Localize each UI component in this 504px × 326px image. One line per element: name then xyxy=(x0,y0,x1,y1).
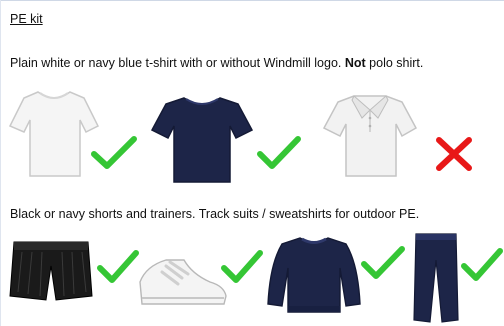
check-mark-icon xyxy=(460,246,504,282)
white-trainers-image xyxy=(136,252,228,310)
check-mark-icon xyxy=(90,134,138,170)
tshirt-rule-part-end: polo shirt. xyxy=(365,56,424,70)
cross-mark-icon xyxy=(434,136,474,172)
navy-sweatshirt-image xyxy=(266,234,362,316)
page-left-edge xyxy=(0,0,1,326)
page-heading: PE kit xyxy=(10,12,43,26)
bottoms-rule-text: Black or navy shorts and trainers. Track… xyxy=(10,207,420,221)
navy-tshirt-image xyxy=(150,94,254,186)
tshirt-rule-part: Plain white or navy blue t-shirt with or… xyxy=(10,56,345,70)
white-tshirt-image xyxy=(8,86,100,180)
page-top-edge xyxy=(0,0,504,1)
white-polo-shirt-image xyxy=(322,88,418,180)
check-mark-icon xyxy=(220,248,264,284)
check-mark-icon xyxy=(360,244,406,280)
check-mark-icon xyxy=(256,134,302,170)
navy-tracksuit-bottoms-image xyxy=(410,230,462,324)
check-mark-icon xyxy=(96,248,140,284)
tshirt-rule-emphasis: Not xyxy=(344,56,366,70)
tshirt-rule-text: Plain white or navy blue t-shirt with or… xyxy=(10,56,423,71)
black-shorts-image xyxy=(8,236,94,308)
